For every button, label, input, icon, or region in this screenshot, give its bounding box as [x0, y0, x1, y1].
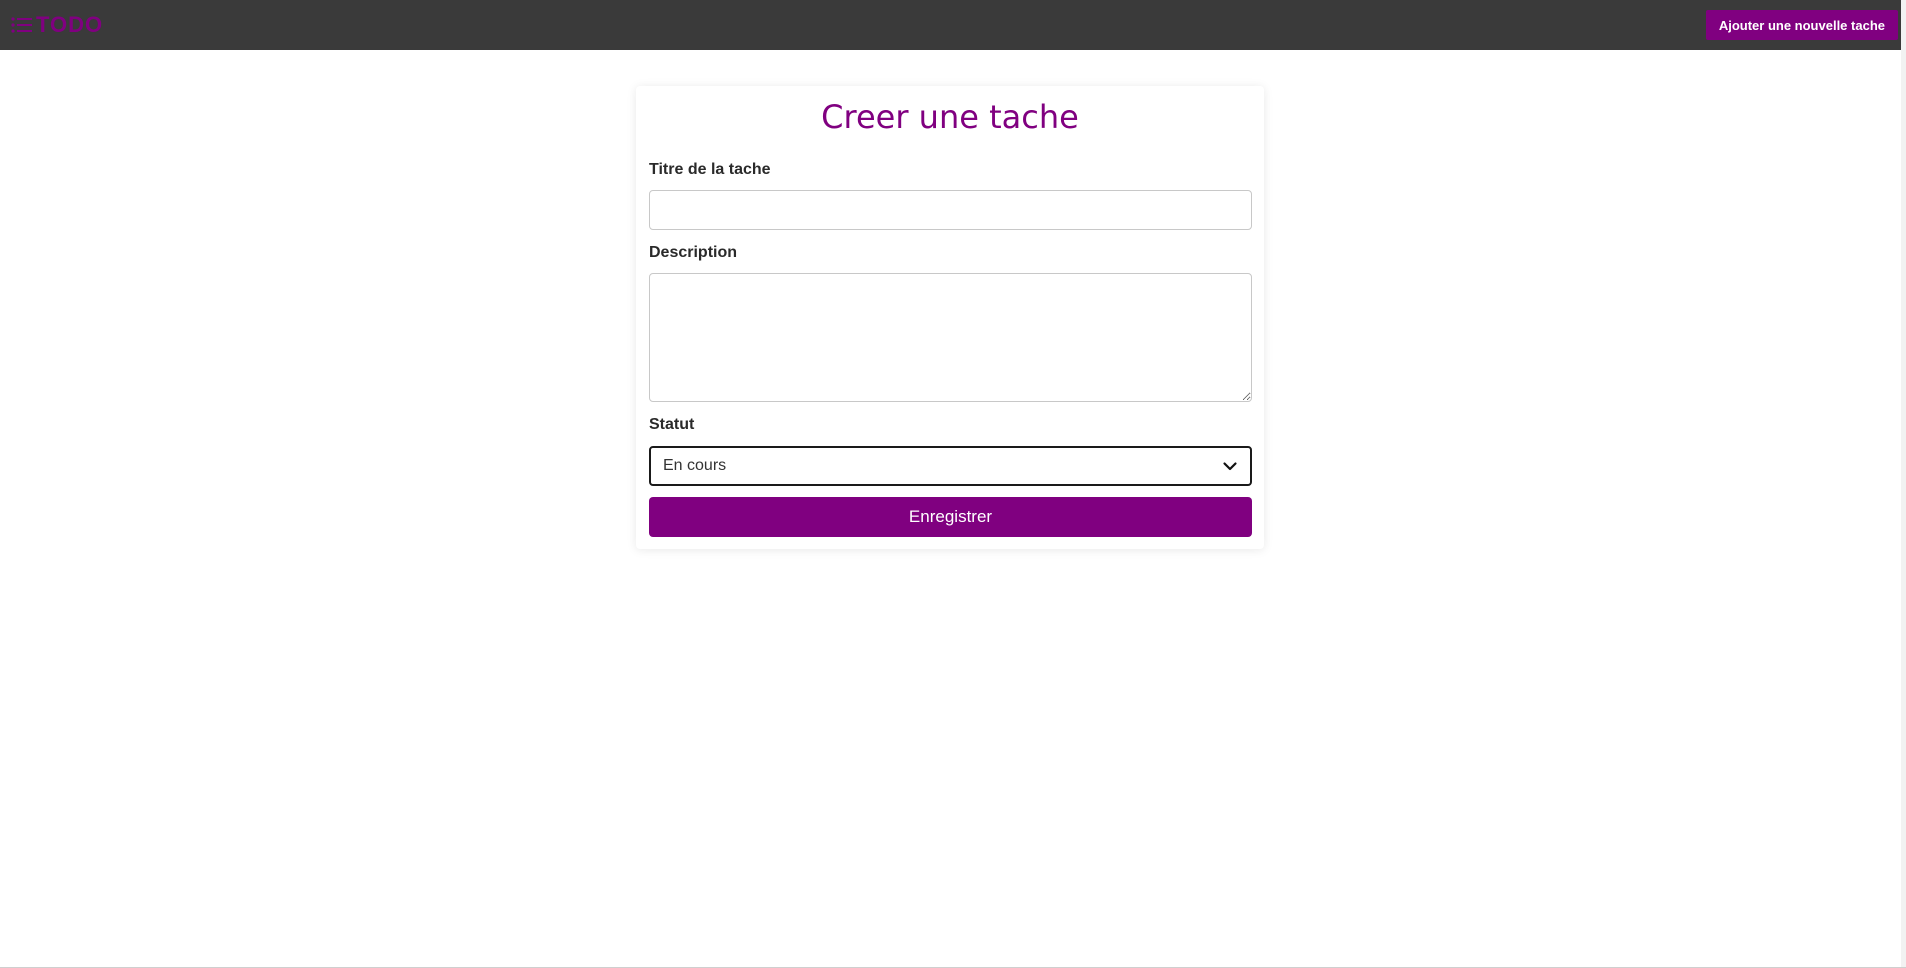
save-button[interactable]: Enregistrer	[649, 497, 1252, 537]
brand-text: TODO	[36, 12, 104, 37]
status-select[interactable]: En cours	[649, 446, 1252, 486]
description-label: Description	[649, 244, 738, 261]
task-title-input[interactable]	[649, 190, 1252, 230]
page-scrollbar[interactable]	[1901, 0, 1906, 968]
status-selected-value: En cours	[663, 457, 727, 474]
brand-link[interactable]: TODO	[10, 12, 103, 38]
top-navbar: TODO Ajouter une nouvelle tache	[0, 0, 1906, 50]
description-textarea[interactable]	[649, 273, 1252, 402]
chevron-down-icon	[1223, 462, 1237, 471]
task-title-label: Titre de la tache	[649, 161, 771, 178]
status-label: Statut	[649, 416, 695, 433]
create-task-card: Creer une tache Titre de la tache Descri…	[636, 86, 1264, 549]
add-task-button[interactable]: Ajouter une nouvelle tache	[1705, 10, 1898, 40]
list-icon	[11, 17, 32, 33]
page-title: Creer une tache	[821, 98, 1079, 136]
